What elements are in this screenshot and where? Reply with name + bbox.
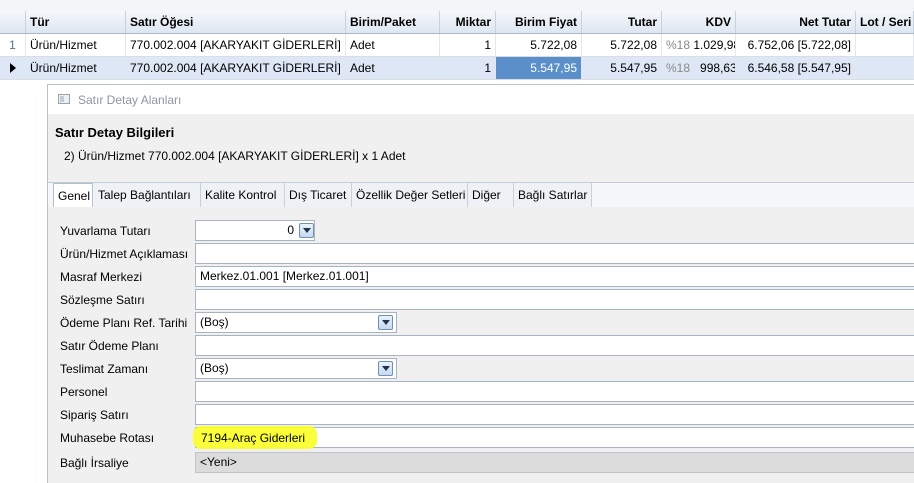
header-lot-serial[interactable]: Lot / Seri <box>856 11 914 33</box>
dialog-header-subtitle: 2) Ürün/Hizmet 770.002.004 [AKARYAKIT Gİ… <box>64 149 406 163</box>
cell-total[interactable]: 5.547,95 <box>582 57 662 79</box>
row-muhasebe: Muhasebe Rotası 7194-Araç Giderleri <box>48 426 914 449</box>
tab-genel[interactable]: Genel <box>53 183 93 208</box>
cell-vat[interactable]: %18 998,63 <box>662 57 736 79</box>
window-icon <box>58 94 70 104</box>
label-masraf: Masraf Merkezi <box>60 270 143 284</box>
tab-ozellik-deger-setleri[interactable]: Özellik Değer Setleri <box>352 183 468 207</box>
header-item[interactable]: Satır Öğesi <box>126 11 346 33</box>
header-type[interactable]: Tür <box>26 11 126 33</box>
order-line-field[interactable] <box>195 404 914 425</box>
header-net-total[interactable]: Net Tutar <box>736 11 856 33</box>
cell-type[interactable]: Ürün/Hizmet <box>26 34 126 56</box>
tab-diger[interactable]: Diğer <box>468 183 514 207</box>
line-payment-plan-field[interactable] <box>195 335 914 356</box>
cell-lot-serial[interactable] <box>856 34 914 56</box>
tab-dis-ticaret[interactable]: Dış Ticaret <box>285 183 352 207</box>
header-total[interactable]: Tutar <box>582 11 662 33</box>
row-personel: Personel <box>48 380 914 403</box>
dialog-titlebar[interactable]: Satır Detay Alanları <box>48 85 914 113</box>
tab-kalite-kontrol[interactable]: Kalite Kontrol <box>201 183 285 207</box>
table-row[interactable]: 1 Ürün/Hizmet 770.002.004 [AKARYAKIT GİD… <box>0 34 914 57</box>
grid-header: Tür Satır Öğesi Birim/Paket Miktar Birim… <box>0 11 914 34</box>
vat-amount: 998,63 <box>700 61 736 75</box>
row-pointer <box>0 57 26 79</box>
triangle-right-icon <box>9 63 16 73</box>
header-unit-price[interactable]: Birim Fiyat <box>496 11 582 33</box>
table-row-selected[interactable]: Ürün/Hizmet 770.002.004 [AKARYAKIT GİDER… <box>0 57 914 80</box>
label-irsaliye: Bağlı İrsaliye <box>60 456 129 470</box>
tab-bagli-satirlar[interactable]: Bağlı Satırlar <box>514 183 592 207</box>
header-rownum <box>0 11 26 33</box>
header-vat[interactable]: KDV <box>662 11 736 33</box>
row-satir-odeme: Satır Ödeme Planı <box>48 334 914 357</box>
cell-lot-serial[interactable] <box>856 57 914 79</box>
rounding-amount-field[interactable]: 0 <box>195 220 315 241</box>
cell-unit-price-active[interactable]: 5.547,95 <box>496 57 582 79</box>
label-aciklama: Ürün/Hizmet Açıklaması <box>60 247 189 261</box>
cell-unit-price[interactable]: 5.722,08 <box>496 34 582 56</box>
cell-item[interactable]: 770.002.004 [AKARYAKIT GİDERLERİ] <box>126 57 346 79</box>
row-siparis: Sipariş Satırı <box>48 403 914 426</box>
label-odeme-plani-ref: Ödeme Planı Ref. Tarihi <box>60 316 188 330</box>
cell-quantity[interactable]: 1 <box>440 57 496 79</box>
cell-total[interactable]: 5.722,08 <box>582 34 662 56</box>
label-personel: Personel <box>60 385 108 399</box>
row-yuvarlama: Yuvarlama Tutarı 0 <box>48 219 914 242</box>
row-number: 1 <box>0 34 26 56</box>
cell-unit[interactable]: Adet <box>346 34 440 56</box>
tab-bar: Genel Talep Bağlantıları Kalite Kontrol … <box>48 182 914 208</box>
dialog-header: Satır Detay Bilgileri 2) Ürün/Hizmet 770… <box>48 114 914 182</box>
contract-line-field[interactable] <box>195 289 914 310</box>
payment-plan-ref-date-select[interactable]: (Boş) <box>195 312 397 333</box>
row-teslimat: Teslimat Zamanı (Boş) <box>48 357 914 380</box>
general-form: Yuvarlama Tutarı 0 Ürün/Hizmet Açıklamas… <box>48 207 914 483</box>
row-sozlesme: Sözleşme Satırı <box>48 288 914 311</box>
cell-net-total[interactable]: 6.752,06 [5.722,08] <box>736 34 856 56</box>
cell-vat[interactable]: %18 1.029,98 <box>662 34 736 56</box>
dialog-window-title: Satır Detay Alanları <box>78 93 182 107</box>
label-yuvarlama: Yuvarlama Tutarı <box>60 224 151 238</box>
dialog-header-title: Satır Detay Bilgileri <box>55 125 175 140</box>
header-unit[interactable]: Birim/Paket <box>346 11 440 33</box>
tab-talep-baglantilari[interactable]: Talep Bağlantıları <box>94 183 201 207</box>
label-sozlesme: Sözleşme Satırı <box>60 293 145 307</box>
row-odeme-plani-ref: Ödeme Planı Ref. Tarihi (Boş) <box>48 311 914 334</box>
vat-rate: %18 <box>666 61 691 75</box>
header-quantity[interactable]: Miktar <box>440 11 496 33</box>
delivery-time-select[interactable]: (Boş) <box>195 358 397 379</box>
cost-center-field[interactable]: Merkez.01.001 [Merkez.01.001] <box>195 266 914 287</box>
vat-amount: 1.029,98 <box>693 38 736 52</box>
cell-net-total[interactable]: 6.546,58 [5.547,95] <box>736 57 856 79</box>
row-masraf: Masraf Merkezi Merkez.01.001 [Merkez.01.… <box>48 265 914 288</box>
row-aciklama: Ürün/Hizmet Açıklaması <box>48 242 914 265</box>
item-description-field[interactable] <box>195 243 914 264</box>
linked-waybill-field[interactable]: <Yeni> <box>195 452 914 473</box>
label-muhasebe: Muhasebe Rotası <box>60 431 155 445</box>
cell-type[interactable]: Ürün/Hizmet <box>26 57 126 79</box>
accounting-route-value: 7194-Araç Giderleri <box>201 431 306 445</box>
chevron-down-icon[interactable] <box>378 315 393 330</box>
chevron-down-icon[interactable] <box>299 223 314 238</box>
chevron-down-icon[interactable] <box>378 361 393 376</box>
label-teslimat: Teslimat Zamanı <box>60 362 149 376</box>
cell-quantity[interactable]: 1 <box>440 34 496 56</box>
vat-rate: %18 <box>666 38 691 52</box>
label-siparis: Sipariş Satırı <box>60 408 129 422</box>
cell-unit[interactable]: Adet <box>346 57 440 79</box>
cell-item[interactable]: 770.002.004 [AKARYAKIT GİDERLERİ] <box>126 34 346 56</box>
row-irsaliye: Bağlı İrsaliye <Yeni> <box>48 451 914 474</box>
row-detail-dialog: Satır Detay Alanları Satır Detay Bilgile… <box>47 84 914 483</box>
label-satir-odeme: Satır Ödeme Planı <box>60 339 159 353</box>
personnel-field[interactable] <box>195 381 914 402</box>
